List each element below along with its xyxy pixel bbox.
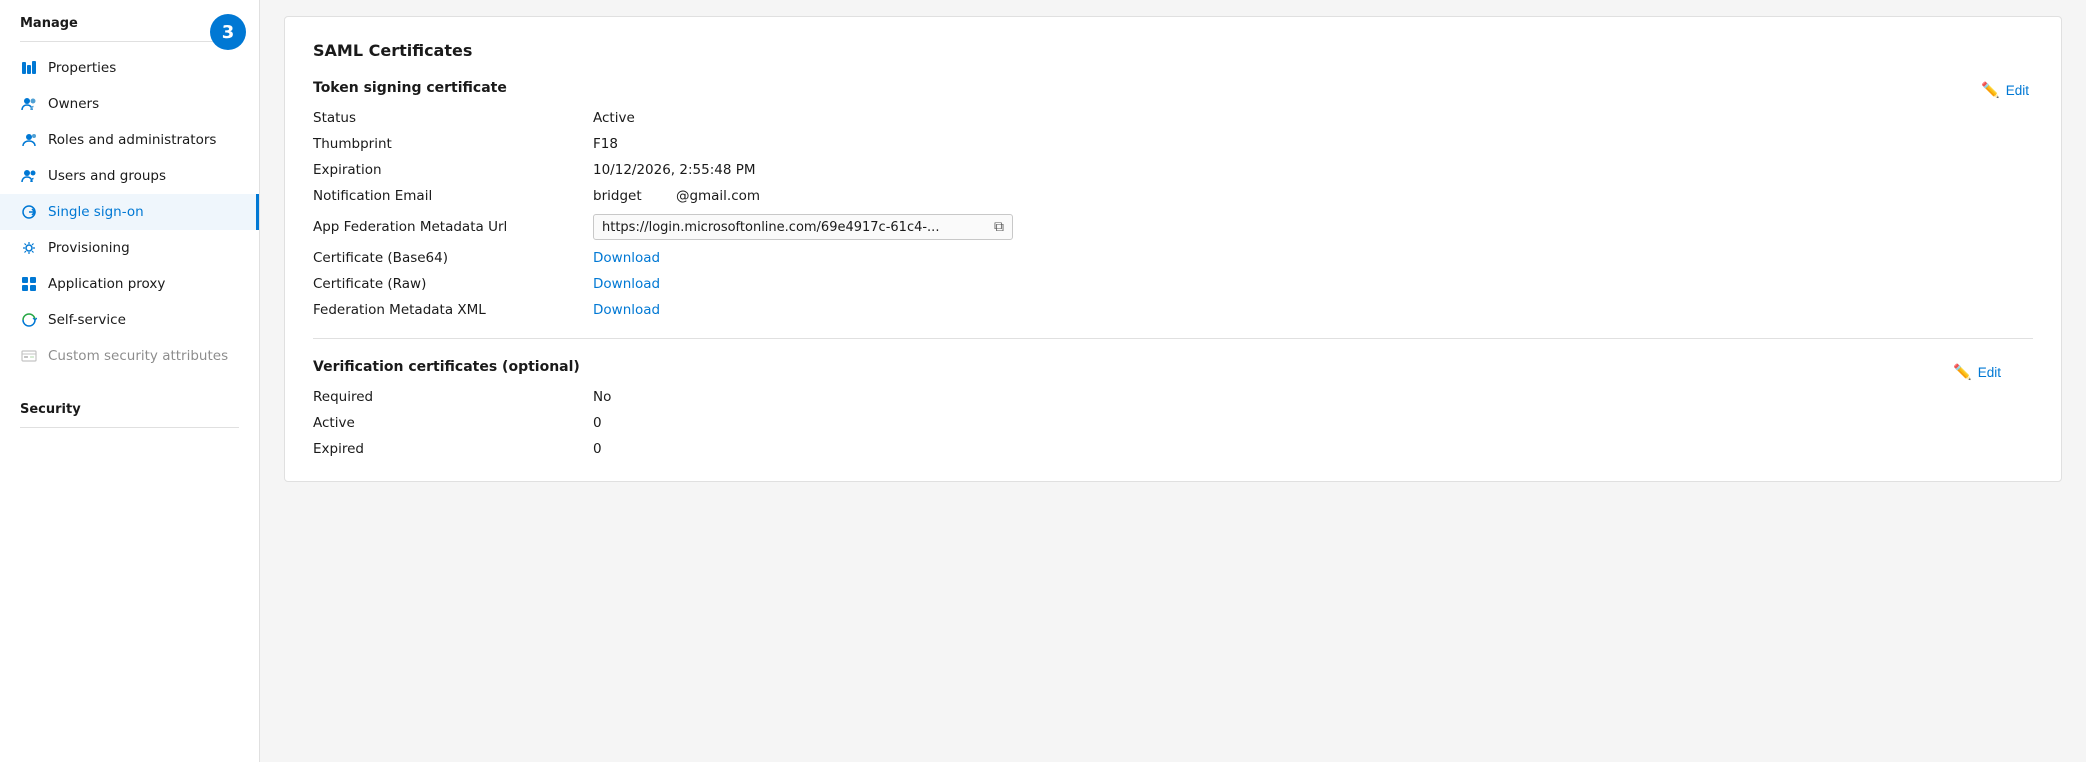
sidebar-item-self-service[interactable]: Self-service bbox=[0, 302, 259, 338]
manage-divider bbox=[20, 41, 239, 42]
sidebar-item-custom-security: Custom security attributes bbox=[0, 338, 259, 374]
token-signing-section: Token signing certificate ✏️ Edit Status… bbox=[313, 80, 2033, 318]
expired-value: 0 bbox=[593, 441, 2033, 457]
cert-raw-download-link[interactable]: Download bbox=[593, 276, 2033, 292]
sidebar-label-provisioning: Provisioning bbox=[48, 240, 130, 256]
owners-icon bbox=[20, 95, 38, 113]
custom-security-icon bbox=[20, 347, 38, 365]
required-label: Required bbox=[313, 389, 593, 405]
saml-certificates-card: SAML Certificates Token signing certific… bbox=[284, 16, 2062, 482]
cert-base64-download-link[interactable]: Download bbox=[593, 250, 2033, 266]
verification-section: Verification certificates (optional) ✏️ … bbox=[313, 359, 2033, 457]
sidebar-item-owners[interactable]: Owners bbox=[0, 86, 259, 122]
sidebar-item-app-proxy[interactable]: Application proxy bbox=[0, 266, 259, 302]
sidebar-item-roles[interactable]: Roles and administrators bbox=[0, 122, 259, 158]
sidebar-item-users-groups[interactable]: Users and groups bbox=[0, 158, 259, 194]
metadata-url-box: https://login.microsoftonline.com/69e491… bbox=[593, 214, 1013, 240]
federation-xml-label: Federation Metadata XML bbox=[313, 302, 593, 318]
properties-icon bbox=[20, 59, 38, 77]
sidebar-item-sso[interactable]: Single sign-on bbox=[0, 194, 259, 230]
active-label: Active bbox=[313, 415, 593, 431]
status-value: Active bbox=[593, 110, 2033, 126]
security-section-label: Security bbox=[0, 386, 259, 423]
content-area: SAML Certificates Token signing certific… bbox=[260, 0, 2086, 762]
sidebar-item-properties[interactable]: Properties bbox=[0, 50, 259, 86]
verification-title: Verification certificates (optional) bbox=[313, 359, 2033, 375]
active-value: 0 bbox=[593, 415, 2033, 431]
cert-base64-label: Certificate (Base64) bbox=[313, 250, 593, 266]
sidebar-label-users-groups: Users and groups bbox=[48, 168, 166, 184]
token-signing-info-grid: Status Active Thumbprint F18 Expiration … bbox=[313, 110, 2033, 318]
sidebar-label-custom-security: Custom security attributes bbox=[48, 348, 228, 364]
provisioning-icon bbox=[20, 239, 38, 257]
metadata-url-text: https://login.microsoftonline.com/69e491… bbox=[602, 220, 986, 235]
users-groups-icon bbox=[20, 167, 38, 185]
card-title: SAML Certificates bbox=[313, 41, 2033, 60]
app-proxy-icon bbox=[20, 275, 38, 293]
sidebar-label-owners: Owners bbox=[48, 96, 99, 112]
section-divider bbox=[313, 338, 2033, 339]
notification-email-label: Notification Email bbox=[313, 188, 593, 204]
verification-edit-button[interactable]: ✏️ Edit bbox=[1945, 359, 2009, 385]
roles-icon bbox=[20, 131, 38, 149]
security-divider bbox=[20, 427, 239, 428]
metadata-url-label: App Federation Metadata Url bbox=[313, 219, 593, 235]
federation-xml-download-link[interactable]: Download bbox=[593, 302, 2033, 318]
expired-label: Expired bbox=[313, 441, 593, 457]
verification-edit-pencil-icon: ✏️ bbox=[1953, 363, 1972, 381]
required-value: No bbox=[593, 389, 2033, 405]
sidebar: Manage Properties Owners bbox=[0, 0, 260, 762]
notification-email-value: bridget @gmail.com bbox=[593, 188, 2033, 204]
thumbprint-label: Thumbprint bbox=[313, 136, 593, 152]
step-badge: 3 bbox=[210, 14, 246, 50]
expiration-label: Expiration bbox=[313, 162, 593, 178]
sidebar-item-provisioning[interactable]: Provisioning bbox=[0, 230, 259, 266]
copy-url-icon[interactable]: ⧉ bbox=[994, 219, 1004, 235]
verification-info-grid: Required No Active 0 Expired 0 bbox=[313, 389, 2033, 457]
sidebar-label-roles: Roles and administrators bbox=[48, 132, 216, 148]
status-label: Status bbox=[313, 110, 593, 126]
sidebar-label-app-proxy: Application proxy bbox=[48, 276, 165, 292]
sidebar-label-properties: Properties bbox=[48, 60, 116, 76]
cert-raw-label: Certificate (Raw) bbox=[313, 276, 593, 292]
self-service-icon bbox=[20, 311, 38, 329]
sidebar-label-self-service: Self-service bbox=[48, 312, 126, 328]
page-wrapper: 3 SAML Certificates Token signing certif… bbox=[260, 0, 2086, 762]
sidebar-label-sso: Single sign-on bbox=[48, 204, 144, 220]
sso-icon bbox=[20, 203, 38, 221]
expiration-value: 10/12/2026, 2:55:48 PM bbox=[593, 162, 2033, 178]
thumbprint-value: F18 bbox=[593, 136, 2033, 152]
token-signing-title: Token signing certificate bbox=[313, 80, 2033, 96]
token-signing-edit-button[interactable]: ✏️ Edit bbox=[1973, 77, 2037, 103]
edit-pencil-icon: ✏️ bbox=[1981, 81, 2000, 99]
